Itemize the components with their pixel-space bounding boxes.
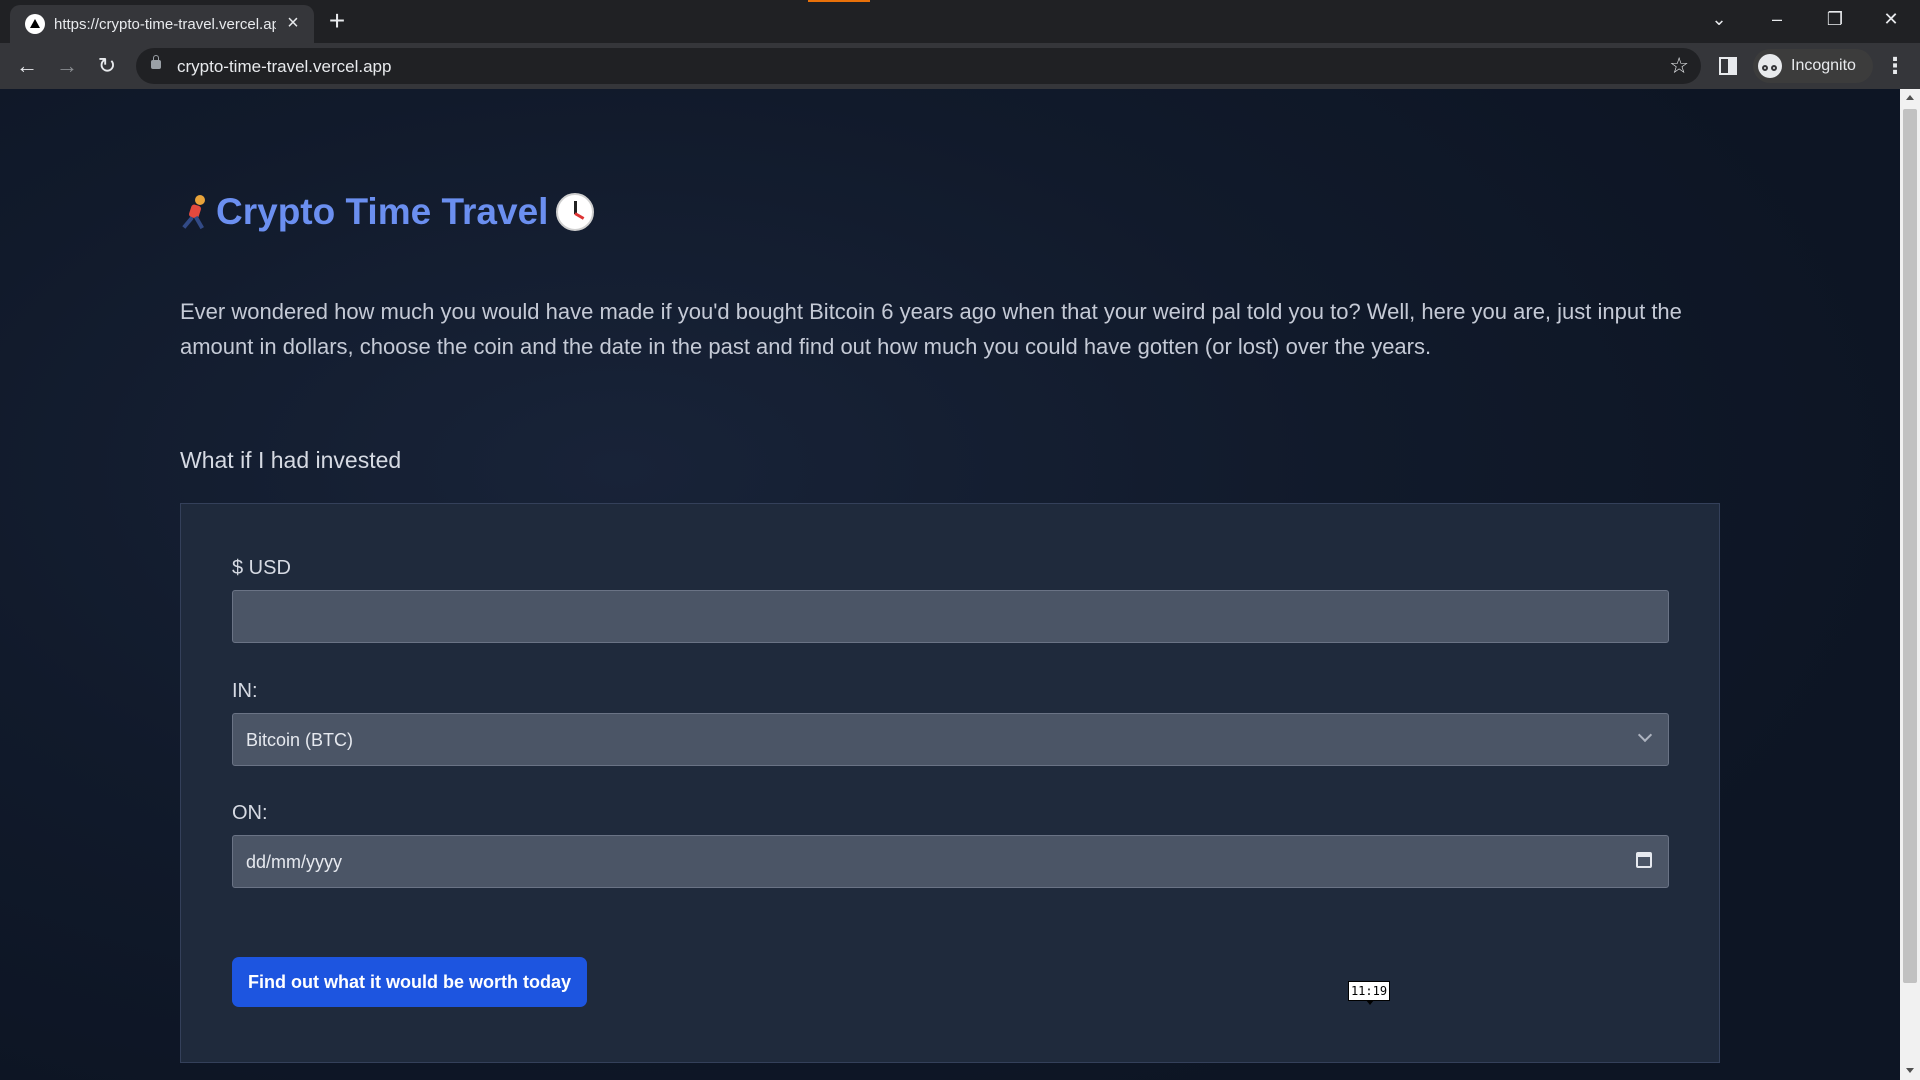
page-title-text: Crypto Time Travel bbox=[216, 191, 549, 232]
chevron-down-icon bbox=[1637, 727, 1653, 743]
page-title: Crypto Time Travel bbox=[180, 191, 595, 233]
submit-button[interactable]: Find out what it would be worth today bbox=[232, 957, 587, 1007]
runner-icon bbox=[180, 194, 212, 230]
page-scrollbar[interactable] bbox=[1900, 89, 1920, 1080]
clock-icon bbox=[556, 193, 595, 231]
date-input[interactable]: dd/mm/yyyy bbox=[232, 835, 1669, 888]
restore-icon[interactable]: ❐ bbox=[1806, 0, 1864, 38]
section-heading: What if I had invested bbox=[180, 447, 402, 473]
coin-label: IN: bbox=[232, 680, 258, 702]
address-url[interactable]: crypto-time-travel.vercel.app bbox=[177, 57, 391, 77]
coin-select-value: Bitcoin (BTC) bbox=[246, 730, 354, 750]
coin-select[interactable]: Bitcoin (BTC) bbox=[232, 713, 1669, 766]
intro-paragraph: Ever wondered how much you would have ma… bbox=[180, 299, 1682, 359]
date-placeholder: dd/mm/yyyy bbox=[246, 852, 343, 872]
menu-icon[interactable]: ⋮ bbox=[1880, 50, 1910, 82]
side-panel-icon[interactable] bbox=[1719, 57, 1737, 75]
favicon-icon bbox=[25, 14, 45, 34]
close-icon[interactable]: × bbox=[281, 11, 305, 35]
scroll-down-icon[interactable] bbox=[1906, 1068, 1914, 1073]
scroll-thumb[interactable] bbox=[1903, 109, 1917, 983]
scroll-up-icon[interactable] bbox=[1906, 95, 1914, 100]
page-viewport: Crypto Time Travel Ever wondered how muc… bbox=[0, 89, 1900, 1080]
tab-strip-indicator bbox=[808, 0, 870, 2]
back-icon[interactable]: ← bbox=[11, 50, 43, 82]
time-badge: 11:19 bbox=[1348, 981, 1390, 1005]
date-label: ON: bbox=[232, 802, 268, 824]
browser-tab[interactable]: https://crypto-time-travel.vercel.app × bbox=[10, 5, 314, 43]
calendar-icon[interactable] bbox=[1636, 852, 1652, 868]
tab-title: https://crypto-time-travel.vercel.app bbox=[54, 16, 276, 33]
incognito-label: Incognito bbox=[1791, 57, 1856, 74]
amount-label: $ USD bbox=[232, 557, 291, 579]
reload-icon[interactable]: ↻ bbox=[91, 50, 123, 82]
star-icon[interactable]: ☆ bbox=[1669, 53, 1689, 79]
browser-toolbar: ← → ↻ crypto-time-travel.vercel.app ☆ In… bbox=[0, 43, 1920, 89]
window-close-icon[interactable]: ✕ bbox=[1862, 0, 1920, 38]
incognito-icon bbox=[1758, 54, 1782, 78]
tab-search-icon[interactable]: ⌄ bbox=[1690, 0, 1748, 38]
investment-form: $ USD IN: Bitcoin (BTC) ON: dd/mm/yyyy F… bbox=[180, 503, 1720, 1063]
forward-icon[interactable]: → bbox=[51, 50, 83, 82]
incognito-profile-button[interactable]: Incognito bbox=[1753, 49, 1873, 83]
plus-icon[interactable]: + bbox=[322, 7, 352, 37]
amount-input[interactable] bbox=[232, 590, 1669, 643]
lock-icon[interactable] bbox=[151, 55, 161, 69]
browser-tab-strip: https://crypto-time-travel.vercel.app × … bbox=[0, 0, 1920, 43]
address-bar[interactable]: crypto-time-travel.vercel.app ☆ bbox=[136, 48, 1701, 84]
amount-input-field[interactable] bbox=[233, 591, 1668, 642]
minimize-icon[interactable]: – bbox=[1748, 0, 1806, 38]
